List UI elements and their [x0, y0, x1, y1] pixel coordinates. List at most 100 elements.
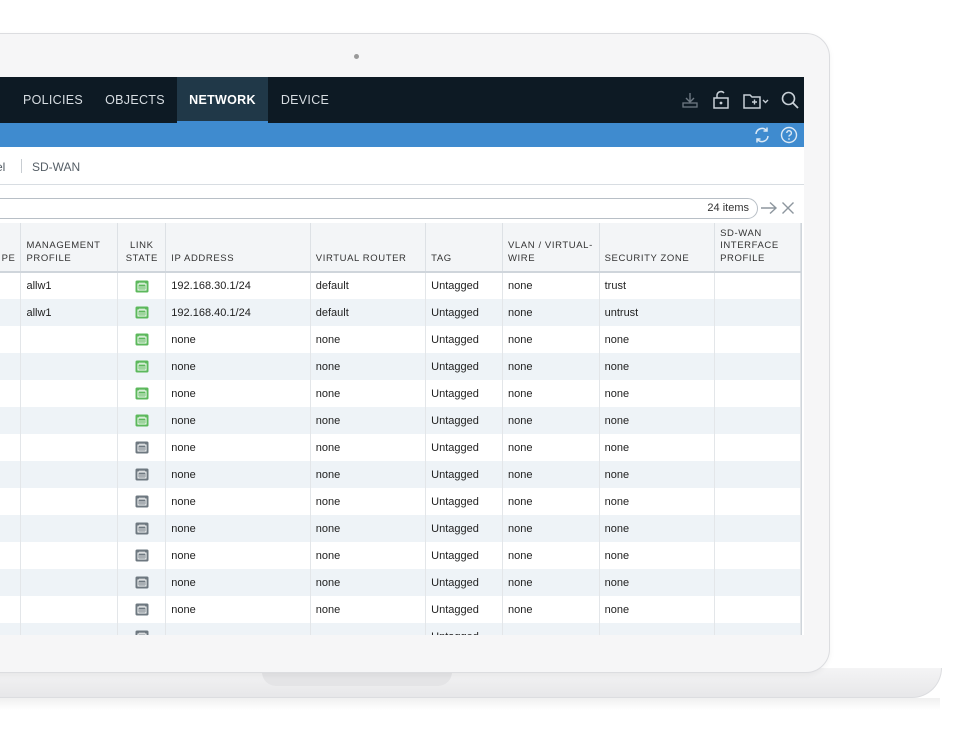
vlan-cell: none	[502, 272, 600, 299]
search-icon[interactable]	[780, 90, 800, 110]
commit-icon[interactable]	[680, 90, 700, 110]
vlan-cell: none	[502, 488, 600, 515]
link-up-icon	[135, 360, 149, 376]
ip-cell: 192.168.30.1/24	[165, 272, 311, 299]
sdwan-cell	[714, 434, 801, 461]
vlan-cell: none	[502, 596, 600, 623]
vr-cell: none	[310, 542, 427, 569]
vr-cell: none	[310, 353, 427, 380]
link-state-cell	[117, 515, 167, 542]
lock-icon[interactable]	[710, 90, 732, 110]
column-header-sdwan-interface-profile[interactable]: SD-WAN INTERFACE PROFILE	[714, 223, 801, 273]
zone-cell: none	[599, 569, 716, 596]
column-header-vlan-virtual-wire[interactable]: VLAN / VIRTUAL-WIRE	[502, 223, 600, 273]
link-state-cell	[117, 488, 167, 515]
table-row[interactable]: none none Untagged none none	[0, 434, 801, 461]
type-cell	[0, 353, 22, 380]
laptop-shadow	[0, 698, 940, 710]
sdwan-cell	[714, 515, 801, 542]
link-down-icon	[135, 495, 149, 511]
vr-cell: none	[310, 434, 427, 461]
breadcrumb: el SD-WAN	[0, 147, 804, 185]
ip-cell: none	[165, 596, 311, 623]
link-state-cell	[117, 272, 167, 299]
tag-cell: Untagged	[425, 326, 503, 353]
type-cell	[0, 569, 22, 596]
table-row[interactable]: allw1 192.168.40.1/24 default Untagged none u…	[0, 299, 801, 326]
sdwan-cell	[714, 569, 801, 596]
zone-cell	[599, 623, 716, 635]
sdwan-cell	[714, 326, 801, 353]
refresh-icon[interactable]	[753, 126, 771, 149]
link-state-cell	[117, 326, 167, 353]
mgmt-cell	[20, 326, 119, 353]
ip-cell: none	[165, 353, 311, 380]
type-cell	[0, 596, 22, 623]
top-navigation: POLICIES OBJECTS NETWORK DEVICE	[0, 77, 804, 123]
link-state-cell	[117, 596, 167, 623]
link-up-icon	[135, 306, 149, 322]
clear-filter-icon[interactable]	[781, 201, 795, 220]
mgmt-cell: allw1	[20, 299, 119, 326]
table-row[interactable]: none none Untagged none none	[0, 380, 801, 407]
zone-cell: none	[599, 434, 716, 461]
ip-cell: none	[165, 488, 311, 515]
mgmt-cell	[20, 623, 119, 635]
table-row[interactable]: none none Untagged none none	[0, 461, 801, 488]
tag-cell: Untagged	[425, 380, 503, 407]
table-row[interactable]: none none Untagged none none	[0, 515, 801, 542]
table-row[interactable]: Untagged	[0, 623, 801, 635]
tag-cell: Untagged	[425, 434, 503, 461]
link-state-cell	[117, 569, 167, 596]
config-icon[interactable]	[742, 90, 770, 110]
breadcrumb-item[interactable]: el	[0, 160, 5, 174]
table-row[interactable]: none none Untagged none none	[0, 569, 801, 596]
filter-input[interactable]: 24 items	[0, 198, 758, 219]
vr-cell: none	[310, 407, 427, 434]
sdwan-cell	[714, 461, 801, 488]
link-down-icon	[135, 576, 149, 592]
link-state-cell	[117, 434, 167, 461]
tab-device[interactable]: DEVICE	[272, 77, 338, 123]
mgmt-cell	[20, 353, 119, 380]
tag-cell: Untagged	[425, 623, 503, 635]
apply-filter-icon[interactable]	[760, 201, 778, 220]
table-row[interactable]: none none Untagged none none	[0, 353, 801, 380]
ip-cell: none	[165, 380, 311, 407]
sdwan-cell	[714, 542, 801, 569]
tab-policies[interactable]: POLICIES	[14, 77, 92, 123]
tag-cell: Untagged	[425, 407, 503, 434]
ip-cell: none	[165, 542, 311, 569]
ip-cell: none	[165, 461, 311, 488]
type-cell	[0, 326, 22, 353]
column-header-link-state[interactable]: LINK STATE	[117, 223, 167, 273]
breadcrumb-item-sdwan[interactable]: SD-WAN	[32, 160, 80, 174]
tab-objects[interactable]: OBJECTS	[97, 77, 173, 123]
tag-cell: Untagged	[425, 488, 503, 515]
link-down-icon	[135, 630, 149, 635]
vr-cell: none	[310, 380, 427, 407]
zone-cell: none	[599, 326, 716, 353]
table-row[interactable]: none none Untagged none none	[0, 542, 801, 569]
column-header-ip-address[interactable]: IP ADDRESS	[165, 223, 311, 273]
table-row[interactable]: none none Untagged none none	[0, 488, 801, 515]
help-icon[interactable]	[780, 126, 798, 149]
link-down-icon	[135, 549, 149, 565]
table-row[interactable]: none none Untagged none none	[0, 326, 801, 353]
link-down-icon	[135, 522, 149, 538]
column-header-type[interactable]: PE	[0, 223, 22, 273]
column-header-tag[interactable]: TAG	[425, 223, 503, 273]
column-header-virtual-router[interactable]: VIRTUAL ROUTER	[310, 223, 427, 273]
link-up-icon	[135, 414, 149, 430]
table-row[interactable]: none none Untagged none none	[0, 407, 801, 434]
nav-icon-group	[680, 89, 800, 111]
tag-cell: Untagged	[425, 272, 503, 299]
table-row[interactable]: none none Untagged none none	[0, 596, 801, 623]
column-header-management-profile[interactable]: MANAGEMENT PROFILE	[20, 223, 119, 273]
column-header-security-zone[interactable]: SECURITY ZONE	[599, 223, 716, 273]
vlan-cell: none	[502, 299, 600, 326]
table-row[interactable]: allw1 192.168.30.1/24 default Untagged none t…	[0, 272, 801, 299]
tab-network[interactable]: NETWORK	[177, 77, 268, 123]
vlan-cell: none	[502, 515, 600, 542]
vlan-cell: none	[502, 434, 600, 461]
